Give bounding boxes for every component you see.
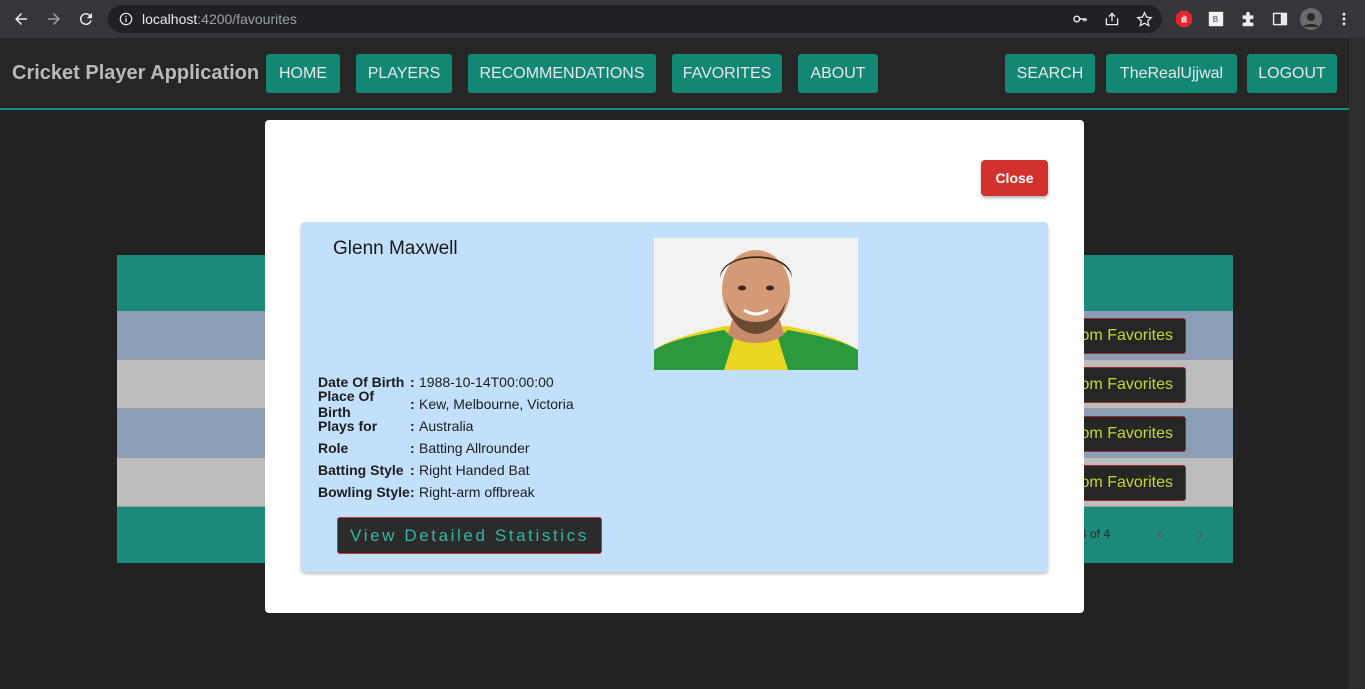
detail-value: Australia — [419, 418, 474, 434]
browser-menu-icon[interactable] — [1333, 8, 1355, 30]
nav-search-button[interactable]: SEARCH — [1005, 54, 1095, 93]
nav-favorites-button[interactable]: FAVORITES — [672, 54, 782, 93]
scrollbar-thumb[interactable] — [1352, 40, 1362, 686]
close-button[interactable]: Close — [981, 160, 1048, 196]
pager-range-label: 4 of 4 — [1080, 527, 1111, 541]
detail-value: 1988-10-14T00:00:00 — [419, 374, 554, 390]
next-page-icon[interactable]: › — [1197, 524, 1204, 544]
player-details: Date Of Birth : 1988-10-14T00:00:00 Plac… — [318, 371, 574, 503]
detail-row-place-of-birth: Place Of Birth : Kew, Melbourne, Victori… — [318, 388, 574, 420]
svg-text:B: B — [1213, 15, 1218, 24]
detail-colon: : — [410, 374, 415, 390]
url-host: localhost — [142, 11, 198, 27]
forward-icon[interactable] — [42, 7, 66, 31]
player-card: Glenn Maxwell Date Of Birth : 1988-10-14… — [301, 222, 1048, 572]
detail-row-plays-for: Plays for : Australia — [318, 415, 574, 437]
reload-icon[interactable] — [74, 7, 98, 31]
detail-row-role: Role : Batting Allrounder — [318, 437, 574, 459]
player-name: Glenn Maxwell — [333, 238, 458, 259]
detail-value: Right Handed Bat — [419, 462, 530, 478]
detail-value: Kew, Melbourne, Victoria — [419, 396, 574, 412]
detail-row-batting-style: Batting Style : Right Handed Bat — [318, 459, 574, 481]
app-navbar: Cricket Player Application HOME PLAYERS … — [0, 38, 1349, 110]
detail-colon: : — [410, 440, 415, 456]
detail-label: Batting Style — [318, 462, 404, 478]
detail-colon: : — [410, 462, 415, 478]
adblock-extension-icon[interactable] — [1173, 8, 1195, 30]
player-photo — [654, 238, 858, 370]
detail-label: Plays for — [318, 418, 378, 434]
detail-label: Bowling Style — [318, 484, 410, 500]
nav-user-button[interactable]: TheRealUjjwal — [1106, 54, 1237, 93]
page-scrollbar[interactable] — [1349, 38, 1365, 689]
bitwarden-extension-icon[interactable]: B — [1205, 8, 1227, 30]
browser-toolbar: localhost:4200/favourites B — [0, 0, 1365, 38]
detail-colon: : — [410, 418, 415, 434]
detail-value: Batting Allrounder — [419, 440, 530, 456]
url-path: :4200/favourites — [197, 11, 297, 27]
back-icon[interactable] — [9, 7, 33, 31]
profile-avatar-icon[interactable] — [1300, 8, 1322, 30]
nav-logout-button[interactable]: LOGOUT — [1247, 54, 1337, 93]
player-modal: Close Glenn Maxwell Date Of Birth : 1988… — [265, 120, 1084, 613]
nav-players-button[interactable]: PLAYERS — [356, 54, 452, 93]
nav-home-button[interactable]: HOME — [266, 54, 340, 93]
detail-colon: : — [410, 484, 415, 500]
app-brand: Cricket Player Application — [12, 62, 260, 84]
share-icon[interactable] — [1102, 9, 1122, 29]
address-bar[interactable]: localhost:4200/favourites — [108, 5, 1162, 33]
detail-colon: : — [410, 396, 415, 412]
extensions-puzzle-icon[interactable] — [1237, 8, 1259, 30]
url-text: localhost:4200/favourites — [142, 11, 297, 27]
key-icon[interactable] — [1070, 9, 1090, 29]
detail-label: Role — [318, 440, 349, 456]
detail-row-bowling-style: Bowling Style : Right-arm offbreak — [318, 481, 574, 503]
nav-about-button[interactable]: ABOUT — [798, 54, 878, 93]
nav-recommendations-button[interactable]: RECOMMENDATIONS — [468, 54, 656, 93]
bookmark-star-icon[interactable] — [1134, 9, 1154, 29]
detail-value: Right-arm offbreak — [419, 484, 535, 500]
side-panel-icon[interactable] — [1269, 8, 1291, 30]
view-statistics-button[interactable]: View Detailed Statistics — [337, 517, 602, 554]
detail-label: Place Of Birth — [318, 388, 375, 420]
site-info-icon[interactable] — [118, 11, 134, 27]
previous-page-icon[interactable]: ‹ — [1157, 524, 1164, 544]
